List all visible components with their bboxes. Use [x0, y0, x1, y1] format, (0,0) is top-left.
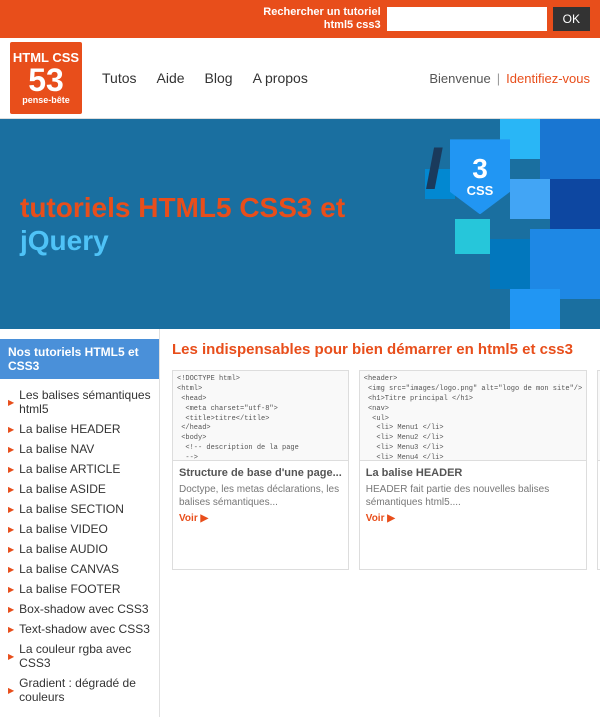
cards-row: <!DOCTYPE html> <html> <head> <meta char…	[172, 370, 600, 570]
card-1-image: <header> <img src="images/logo.png" alt=…	[360, 371, 586, 461]
header: HTML CSS 53 pense-bête Tutos Aide Blog A…	[0, 38, 600, 119]
css-shield: 3 CSS	[450, 139, 510, 214]
sidebar-item-1[interactable]: La balise HEADER	[0, 419, 159, 439]
card-1-link[interactable]: Voir ▶	[366, 513, 395, 524]
hero-title-line1: tutoriels HTML5 CSS3 et	[20, 191, 345, 225]
nav-apropos[interactable]: A propos	[253, 70, 308, 86]
card-0-desc: Doctype, les metas déclarations, les bal…	[179, 483, 342, 509]
sidebar-item-6[interactable]: La balise VIDEO	[0, 519, 159, 539]
card-0: <!DOCTYPE html> <html> <head> <meta char…	[172, 370, 349, 570]
nav-right: Bienvenue | Identifiez-vous	[429, 71, 590, 86]
sidebar-item-7[interactable]: La balise AUDIO	[0, 539, 159, 559]
nav-tutos[interactable]: Tutos	[102, 70, 137, 86]
hero-banner: tutoriels HTML5 CSS3 et jQuery I 3 CSS	[0, 119, 600, 329]
css-shield-wrapper: I 3 CSS	[420, 134, 510, 244]
sidebar-item-2[interactable]: La balise NAV	[0, 439, 159, 459]
sidebar-item-10[interactable]: Box-shadow avec CSS3	[0, 599, 159, 619]
sidebar-item-3[interactable]: La balise ARTICLE	[0, 459, 159, 479]
card-0-body: Structure de base d'une page... Doctype,…	[173, 461, 348, 530]
sq3	[550, 179, 600, 229]
search-input[interactable]	[387, 7, 547, 31]
content-area: Nos tutoriels HTML5 et CSS3 Les balises …	[0, 329, 600, 717]
hero-title-line2: jQuery	[20, 224, 345, 258]
card-1-code: <header> <img src="images/logo.png" alt=…	[360, 371, 586, 461]
sidebar-item-13[interactable]: Gradient : dégradé de couleurs	[0, 673, 159, 707]
sidebar-item-11[interactable]: Text-shadow avec CSS3	[0, 619, 159, 639]
css-i-letter: I	[425, 139, 442, 199]
sidebar-item-9[interactable]: La balise FOOTER	[0, 579, 159, 599]
card-1-body: La balise HEADER HEADER fait partie des …	[360, 461, 586, 530]
nav-blog[interactable]: Blog	[205, 70, 233, 86]
sidebar-title: Nos tutoriels HTML5 et CSS3	[0, 339, 159, 379]
card-1-title: La balise HEADER	[366, 467, 580, 479]
shield-number: 3	[472, 155, 488, 183]
login-link[interactable]: Identifiez-vous	[506, 71, 590, 86]
main-nav: Tutos Aide Blog A propos	[102, 70, 429, 86]
sq7	[490, 239, 530, 289]
nav-aide[interactable]: Aide	[157, 70, 185, 86]
hero-title: tutoriels HTML5 CSS3 et jQuery	[0, 171, 365, 278]
welcome-text: Bienvenue	[429, 71, 490, 86]
sidebar-item-8[interactable]: La balise CANVAS	[0, 559, 159, 579]
sq4	[510, 179, 550, 219]
sq10	[560, 299, 600, 329]
section-title: Les indispensables pour bien démarrer en…	[172, 341, 600, 358]
card-0-link[interactable]: Voir ▶	[179, 513, 208, 524]
logo-number: 53	[28, 64, 64, 96]
top-bar: Rechercher un tutoriel html5 css3 OK	[0, 0, 600, 38]
sq1	[540, 119, 600, 179]
hero-decorative-squares: I 3 CSS	[400, 119, 600, 329]
main-content: Les indispensables pour bien démarrer en…	[160, 329, 600, 717]
sidebar-item-0[interactable]: Les balises sémantiques html5	[0, 385, 159, 419]
logo: HTML CSS 53 pense-bête	[10, 42, 82, 114]
logo-sub: pense-bête	[22, 96, 70, 105]
card-0-code: <!DOCTYPE html> <html> <head> <meta char…	[173, 371, 348, 461]
card-1-desc: HEADER fait partie des nouvelles balises…	[366, 483, 580, 509]
search-button[interactable]: OK	[553, 7, 590, 31]
shield-text: CSS	[467, 183, 494, 198]
sidebar: Nos tutoriels HTML5 et CSS3 Les balises …	[0, 329, 160, 717]
nav-separator: |	[497, 71, 500, 86]
card-0-image: <!DOCTYPE html> <html> <head> <meta char…	[173, 371, 348, 461]
sq11	[510, 289, 560, 329]
sidebar-item-12[interactable]: La couleur rgba avec CSS3	[0, 639, 159, 673]
search-label: Rechercher un tutoriel html5 css3	[263, 6, 380, 32]
sidebar-item-5[interactable]: La balise SECTION	[0, 499, 159, 519]
card-0-title: Structure de base d'une page...	[179, 467, 342, 479]
card-1: <header> <img src="images/logo.png" alt=…	[359, 370, 587, 570]
sidebar-item-4[interactable]: La balise ASIDE	[0, 479, 159, 499]
